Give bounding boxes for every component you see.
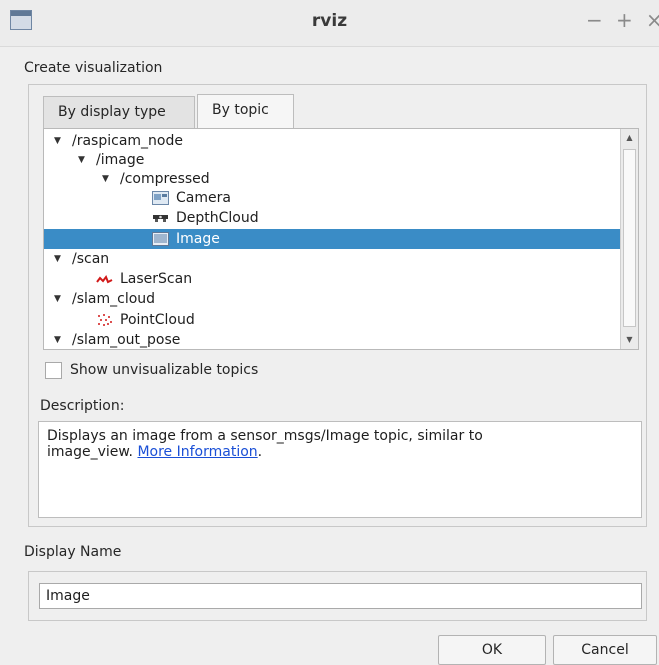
tree-row[interactable]: ▼ /slam_out_pose [44, 330, 621, 349]
tree-row[interactable]: ▼ /slam_cloud [44, 289, 621, 309]
tree-row-label: Image [176, 231, 220, 247]
display-name-label: Display Name [24, 544, 122, 560]
tree-row-label: /raspicam_node [72, 133, 183, 149]
camera-icon [152, 191, 169, 205]
tree-row[interactable]: ▼ /compressed [44, 169, 621, 189]
tab-by-topic[interactable]: By topic [197, 94, 294, 128]
topic-tree[interactable]: ▼/raspicam_node ▼/image ▼/compressed Camera… [43, 128, 639, 350]
cancel-button[interactable]: Cancel [553, 635, 657, 665]
expand-arrow-icon[interactable]: ▼ [54, 131, 61, 151]
tree-row[interactable]: ▼ /image [44, 150, 621, 170]
more-information-link[interactable]: More Information [137, 444, 257, 460]
tree-row[interactable]: PointCloud [44, 310, 621, 330]
tree-row-label: /compressed [120, 171, 210, 187]
show-unvisualizable-checkbox[interactable] [45, 362, 62, 379]
tree-row-label: /slam_cloud [72, 291, 156, 307]
laserscan-icon [96, 272, 113, 286]
description-text-line2: image_view. More Information. [47, 444, 633, 460]
minimize-button[interactable]: − [586, 9, 603, 31]
description-text-line1: Displays an image from a sensor_msgs/Ima… [47, 428, 483, 444]
expand-arrow-icon[interactable]: ▼ [54, 249, 61, 269]
tree-scrollbar[interactable]: ▲ ▼ [620, 129, 638, 349]
tree-row[interactable]: Camera [44, 188, 621, 208]
ok-button[interactable]: OK [438, 635, 546, 665]
tree-row[interactable]: ▼ /scan [44, 249, 621, 269]
scroll-up-icon[interactable]: ▲ [621, 129, 638, 147]
tree-row[interactable]: LaserScan [44, 269, 621, 289]
tree-row[interactable]: ▼ /raspicam_node [44, 131, 621, 151]
tree-row-label: /image [96, 152, 145, 168]
show-unvisualizable-label[interactable]: Show unvisualizable topics [70, 362, 258, 378]
description-label: Description: [40, 398, 125, 414]
expand-arrow-icon[interactable]: ▼ [102, 169, 109, 189]
image-icon [152, 232, 169, 246]
maximize-button[interactable]: + [616, 9, 633, 31]
tree-row-label: /slam_out_pose [72, 332, 181, 348]
pointcloud-icon [96, 313, 113, 327]
display-name-input[interactable] [39, 583, 642, 609]
description-box: Displays an image from a sensor_msgs/Ima… [38, 421, 642, 518]
tree-row-label: /scan [72, 251, 110, 267]
expand-arrow-icon[interactable]: ▼ [54, 289, 61, 309]
tree-row-label: Camera [176, 190, 231, 206]
tree-row[interactable]: DepthCloud [44, 208, 621, 228]
title-bar: rviz − + × [0, 0, 659, 47]
tree-row-label: LaserScan [120, 271, 193, 287]
tree-row-label: DepthCloud [176, 210, 259, 226]
expand-arrow-icon[interactable]: ▼ [78, 150, 85, 170]
description-text-line2-start: image_view. [47, 444, 134, 460]
scroll-thumb[interactable] [623, 149, 636, 327]
close-button[interactable]: × [646, 9, 659, 31]
scroll-down-icon[interactable]: ▼ [621, 331, 638, 349]
tree-row[interactable]: Image [44, 229, 621, 249]
depthcloud-icon [152, 211, 169, 225]
expand-arrow-icon[interactable]: ▼ [54, 330, 61, 349]
tree-row-label: PointCloud [120, 312, 195, 328]
window-title: rviz [311, 11, 348, 31]
tab-by-display-type[interactable]: By display type [43, 96, 195, 128]
description-trailing: . [257, 444, 263, 460]
create-visualization-label: Create visualization [24, 60, 163, 76]
